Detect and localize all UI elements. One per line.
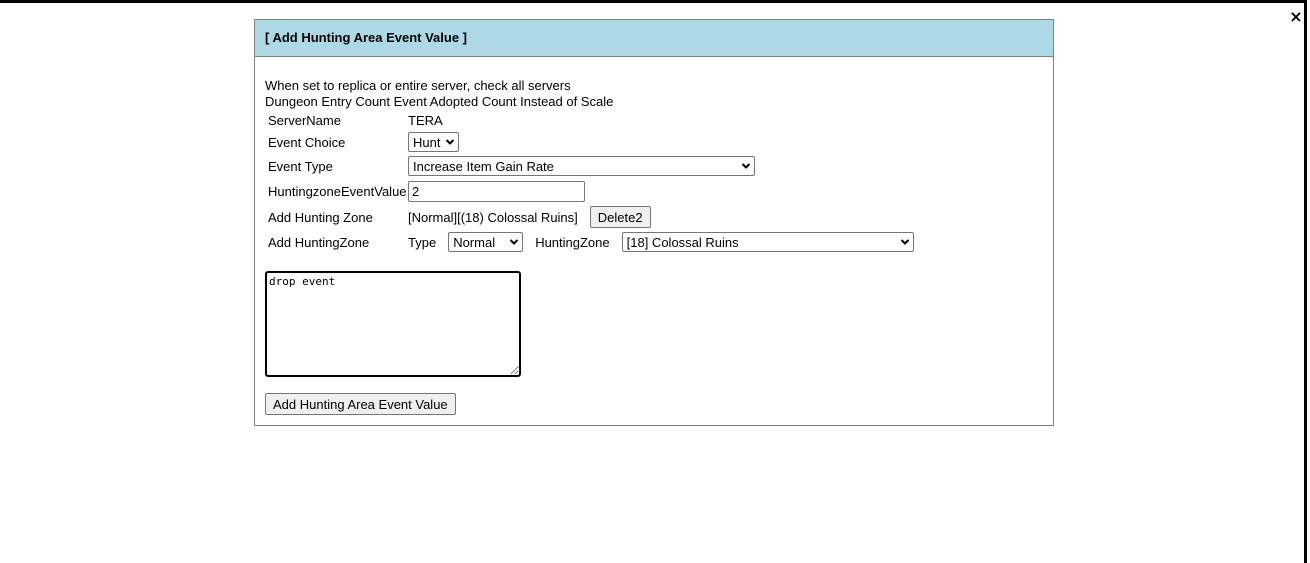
panel-title: [ Add Hunting Area Event Value ] (255, 20, 1053, 57)
event-choice-value: Hunt (413, 134, 441, 150)
event-choice-select[interactable]: Hunt (408, 132, 459, 152)
row-event-value: HuntingzoneEventValue (268, 180, 585, 202)
chevron-down-icon (900, 237, 910, 247)
chevron-down-icon (741, 161, 751, 171)
close-icon[interactable]: × (1288, 8, 1304, 26)
zone-type-select[interactable]: Normal (448, 232, 524, 252)
event-type-select[interactable]: Increase Item Gain Rate (408, 156, 755, 176)
hunting-zone-value: [18] Colossal Ruins (626, 234, 739, 250)
row-server-name: ServerName TERA (268, 109, 443, 131)
chevron-down-icon (445, 137, 455, 147)
event-value-input[interactable] (408, 180, 585, 202)
hunting-zone-select[interactable]: [18] Colossal Ruins (621, 232, 914, 252)
event-type-value: Increase Item Gain Rate (413, 158, 554, 174)
popup-window: × [ Add Hunting Area Event Value ] When … (0, 0, 1307, 563)
event-value-label: HuntingzoneEventValue (268, 183, 407, 199)
server-name-label: ServerName (268, 112, 341, 128)
added-zone-label: Add Hunting Zone (268, 209, 373, 225)
event-choice-label: Event Choice (268, 134, 346, 150)
row-event-choice: Event Choice Hunt (268, 131, 459, 153)
zone-type-label: Type (408, 234, 437, 250)
zone-type-value: Normal (453, 234, 496, 250)
chevron-down-icon (509, 237, 519, 247)
row-added-zone: Add Hunting Zone [Normal][(18) Colossal … (268, 206, 651, 228)
add-hunting-area-event-value-button[interactable]: Add Hunting Area Event Value (265, 393, 456, 415)
delete-zone-button[interactable]: Delete2 (589, 206, 651, 228)
added-zone-value: [Normal][(18) Colossal Ruins] (408, 209, 578, 225)
event-type-label: Event Type (268, 158, 333, 174)
add-hunting-area-event-panel: [ Add Hunting Area Event Value ] When se… (254, 19, 1054, 426)
note-replica: When set to replica or entire server, ch… (265, 78, 571, 93)
memo-textarea[interactable]: drop event (265, 271, 521, 377)
hunting-zone-label: HuntingZone (535, 234, 610, 250)
server-name-value: TERA (408, 112, 443, 128)
row-event-type: Event Type Increase Item Gain Rate (268, 155, 755, 177)
add-zone-label: Add HuntingZone (268, 234, 370, 250)
row-add-zone: Add HuntingZone Type Normal HuntingZone … (268, 231, 914, 253)
note-dungeon-entry: Dungeon Entry Count Event Adopted Count … (265, 94, 614, 109)
